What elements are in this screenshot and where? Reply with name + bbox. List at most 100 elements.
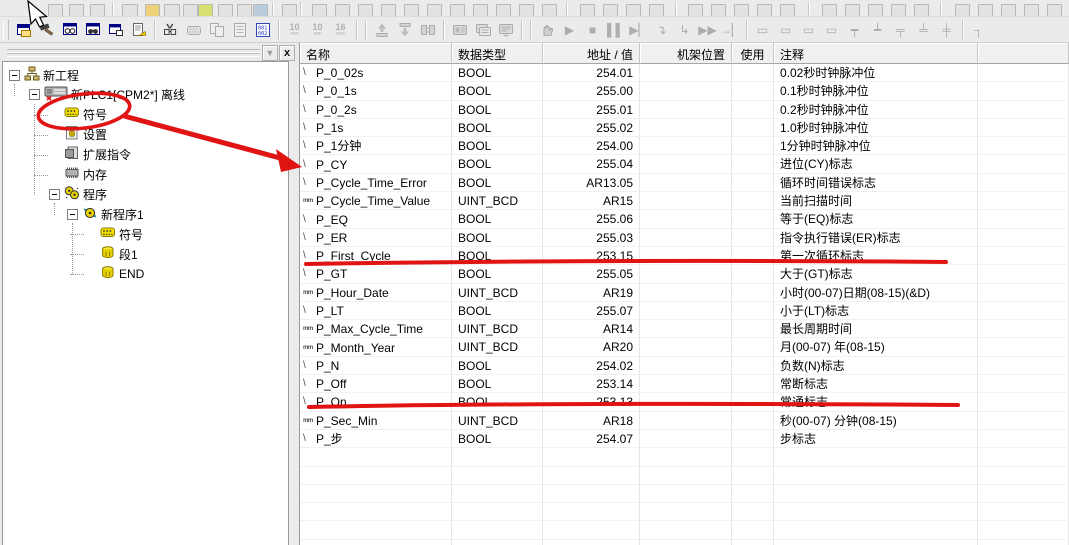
toolbar-grip[interactable] [3, 20, 9, 40]
clipped-toolbar-icon[interactable] [69, 4, 84, 17]
clipped-toolbar-icon[interactable] [90, 4, 105, 17]
cell-name[interactable]: mmP_Month_Year [300, 338, 452, 356]
cell-rack[interactable] [640, 119, 732, 137]
clipped-toolbar-icon[interactable] [1001, 4, 1016, 17]
clipped-toolbar-icon[interactable] [198, 4, 213, 17]
tree-item-label[interactable]: 新PLC1[CPM2*] 离线 [68, 85, 188, 104]
cell-rack[interactable] [640, 82, 732, 100]
cell-address[interactable]: 254.07 [543, 430, 640, 448]
cell-use[interactable] [732, 375, 774, 393]
cell-address[interactable]: 253.13 [543, 393, 640, 411]
clipped-toolbar-icon[interactable] [473, 4, 488, 17]
cell-empty[interactable] [978, 101, 1069, 119]
cell-empty[interactable] [978, 320, 1069, 338]
step-in-icon[interactable]: ↴ [650, 19, 673, 41]
cell-use[interactable] [732, 247, 774, 265]
cell-type[interactable]: BOOL [452, 101, 543, 119]
continuous-step-icon[interactable]: ▶▶ [696, 19, 719, 41]
cell-rack[interactable] [640, 284, 732, 302]
cell-type[interactable]: UINT_BCD [452, 412, 543, 430]
cell-comment[interactable]: 进位(CY)标志 [774, 155, 978, 173]
cell-comment[interactable]: 小于(LT)标志 [774, 302, 978, 320]
symbol-row-P_CY[interactable]: \P_CYBOOL255.04进位(CY)标志 [300, 155, 1069, 173]
clipped-toolbar-icon[interactable] [427, 4, 442, 17]
cell-rack[interactable] [640, 393, 732, 411]
cell-name[interactable]: mmP_Sec_Min [300, 412, 452, 430]
symbol-table-icon[interactable] [182, 19, 205, 41]
cell-comment[interactable]: 秒(00-07) 分钟(08-15) [774, 412, 978, 430]
tree-item-label[interactable]: 新程序1 [98, 205, 147, 224]
clipped-toolbar-icon[interactable] [404, 4, 419, 17]
clipped-toolbar-icon[interactable] [1047, 4, 1062, 17]
cell-empty[interactable] [978, 265, 1069, 283]
cell-rack[interactable] [640, 210, 732, 228]
cell-address[interactable]: 253.15 [543, 247, 640, 265]
cell-name[interactable]: \P_ER [300, 229, 452, 247]
symbol-row-P_Off[interactable]: \P_OffBOOL253.14常断标志 [300, 375, 1069, 393]
cell-rack[interactable] [640, 412, 732, 430]
cell-use[interactable] [732, 101, 774, 119]
column-header-名称[interactable]: 名称 [300, 43, 452, 64]
symbol-row-P_Cycle_Time_Value[interactable]: mmP_Cycle_Time_ValueUINT_BCDAR15当前扫描时间 [300, 192, 1069, 210]
cell-use[interactable] [732, 357, 774, 375]
cell-name[interactable]: \P_CY [300, 155, 452, 173]
cell-type[interactable]: BOOL [452, 82, 543, 100]
clipped-toolbar-icon[interactable] [237, 4, 252, 17]
tree-collapse-icon[interactable] [29, 89, 40, 100]
cell-address[interactable]: 255.01 [543, 101, 640, 119]
tree-item-project[interactable]: 新工程 [9, 66, 82, 84]
io-comment-view-icon[interactable]: 001002 [251, 19, 274, 41]
column-header-地址 / 值[interactable]: 地址 / 值 [543, 43, 640, 64]
cell-empty[interactable] [978, 229, 1069, 247]
cell-rack[interactable] [640, 430, 732, 448]
cell-use[interactable] [732, 137, 774, 155]
symbol-row-P_First_Cycle[interactable]: \P_First_CycleBOOL253.15第一次循环标志 [300, 247, 1069, 265]
cell-rack[interactable] [640, 302, 732, 320]
cell-address[interactable]: 255.06 [543, 210, 640, 228]
cell-name[interactable]: \P_0_02s [300, 64, 452, 82]
cell-rack[interactable] [640, 265, 732, 283]
clipped-toolbar-icon[interactable] [603, 4, 618, 17]
horizontal-join-icon[interactable]: ╧ [912, 19, 935, 41]
panel-gripper[interactable] [7, 53, 260, 57]
cell-type[interactable]: BOOL [452, 210, 543, 228]
cell-empty[interactable] [978, 430, 1069, 448]
cell-type[interactable]: BOOL [452, 265, 543, 283]
cell-use[interactable] [732, 229, 774, 247]
cell-comment[interactable]: 常通标志 [774, 393, 978, 411]
work-online-simulator-icon[interactable] [471, 19, 494, 41]
symbol-row-P_1s[interactable]: \P_1sBOOL255.021.0秒时钟脉冲位 [300, 119, 1069, 137]
tree-item-label[interactable]: 段1 [116, 245, 141, 264]
cell-empty[interactable] [978, 119, 1069, 137]
cell-comment[interactable]: 第一次循环标志 [774, 247, 978, 265]
clipped-toolbar-icon[interactable] [566, 2, 567, 16]
clipped-toolbar-icon[interactable] [542, 4, 557, 17]
cell-empty[interactable] [978, 412, 1069, 430]
symbol-row-P_Month_Year[interactable]: mmP_Month_YearUINT_BCDAR20月(00-07) 年(08-… [300, 338, 1069, 356]
cell-rack[interactable] [640, 320, 732, 338]
cell-type[interactable]: BOOL [452, 137, 543, 155]
cell-type[interactable]: UINT_BCD [452, 320, 543, 338]
monitor-mode-icon[interactable] [494, 19, 517, 41]
symbol-row-P_1分钟[interactable]: \P_1分钟BOOL254.001分钟时钟脉冲位 [300, 137, 1069, 155]
cell-rack[interactable] [640, 155, 732, 173]
clipped-toolbar-icon[interactable] [711, 4, 726, 17]
cell-type[interactable]: BOOL [452, 119, 543, 137]
tree-item-expansion-instructions[interactable]: 扩展指令 [49, 146, 134, 164]
symbol-lookup-icon[interactable] [159, 19, 182, 41]
tree-item-label[interactable]: 符号 [80, 105, 110, 124]
clipped-toolbar-icon[interactable] [183, 4, 198, 17]
cell-comment[interactable]: 1.0秒时钟脉冲位 [774, 119, 978, 137]
cell-address[interactable]: 255.00 [543, 82, 640, 100]
cell-type[interactable]: BOOL [452, 229, 543, 247]
cell-use[interactable] [732, 284, 774, 302]
cell-address[interactable]: 254.02 [543, 357, 640, 375]
tree-item-label[interactable]: 内存 [80, 165, 110, 184]
panel-menu-dropdown-icon[interactable]: ▼ [262, 45, 278, 61]
tree-item-plc[interactable]: 新PLC1[CPM2*] 离线 [29, 86, 188, 104]
cell-empty[interactable] [978, 82, 1069, 100]
cell-rack[interactable] [640, 137, 732, 155]
cell-empty[interactable] [978, 393, 1069, 411]
tree-item-label[interactable]: 新工程 [40, 66, 82, 85]
compile-icon[interactable] [35, 19, 58, 41]
